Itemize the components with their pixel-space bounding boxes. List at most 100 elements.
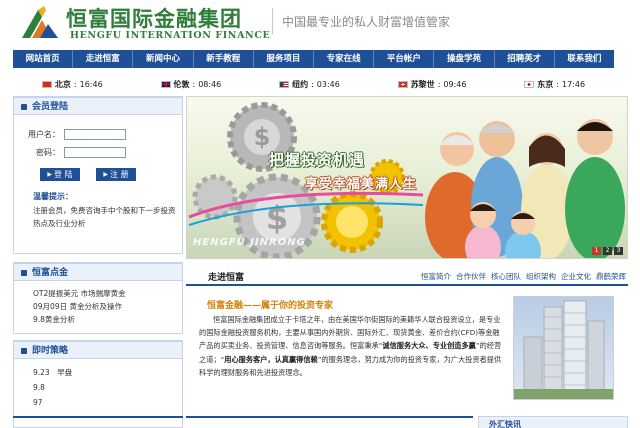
uk-flag-icon bbox=[160, 80, 171, 88]
logo-icon[interactable] bbox=[18, 4, 62, 40]
strategy-list: 9.23 早盘 9.8 97 bbox=[14, 359, 182, 410]
header-divider bbox=[272, 8, 273, 34]
slogan: 中国最专业的私人财富增值管家 bbox=[282, 15, 451, 29]
bottom-mid-bar bbox=[186, 416, 473, 428]
login-button[interactable]: ▶ 登 陆 bbox=[40, 168, 80, 181]
hero-banner[interactable]: $ $ 把握投资机遇 享受幸福美满人生 HENGFU JINRONG 1 2 3 bbox=[186, 96, 628, 259]
password-input[interactable] bbox=[64, 147, 126, 158]
building-illustration bbox=[514, 300, 613, 399]
strategy-title: 即时策略 bbox=[14, 341, 182, 359]
nav-item-careers[interactable]: 招聘英才 bbox=[495, 50, 555, 68]
clock-separator: : bbox=[437, 79, 441, 89]
clock-city: 纽约 bbox=[292, 79, 309, 89]
clock-time: 03:46 bbox=[316, 79, 340, 89]
list-item[interactable]: 09月09日 黄金分析及操作 bbox=[33, 300, 182, 313]
family-photo bbox=[425, 119, 625, 258]
gold-title: 恒富点金 bbox=[14, 263, 182, 281]
register-button[interactable]: ▶ 注 册 bbox=[96, 168, 136, 181]
banner-dot-3[interactable]: 3 bbox=[614, 247, 623, 255]
list-item[interactable]: 9.23 早盘 bbox=[33, 365, 182, 380]
about-tabs: 恒富简介 合作伙伴 核心团队 组织架构 企业文化 鼎鹤荣辉 bbox=[421, 271, 626, 282]
clock-separator: : bbox=[73, 79, 77, 89]
svg-text:$: $ bbox=[266, 199, 288, 237]
usa-flag-icon bbox=[279, 80, 290, 88]
nav-item-services[interactable]: 服务项目 bbox=[254, 50, 315, 68]
japan-flag-icon bbox=[524, 80, 535, 88]
about-body: 恒富国际金融集团成立于卡塔之年，由在美国华尔街国际的美籍华人联合投资设立，是专业… bbox=[199, 313, 505, 379]
brand-name-english: HENGFU INTERNATION FINANCE bbox=[70, 30, 271, 41]
arrow-right-icon: ▶ bbox=[47, 171, 53, 178]
about-body-bold-2: 用心服务客户，认真赢得信赖 bbox=[224, 354, 318, 364]
clock-zurich: 苏黎世 : 09:46 bbox=[397, 79, 467, 90]
clock-city: 北京 bbox=[54, 79, 71, 89]
username-label: 用户名： bbox=[28, 130, 60, 139]
svg-text:$: $ bbox=[254, 123, 271, 151]
world-clocks: 北京 : 16:46 伦敦 : 08:46 纽约 : 03:46 苏黎世 : 0… bbox=[13, 77, 614, 91]
forex-news-title: 外汇快讯 bbox=[489, 420, 521, 428]
clock-time: 08:46 bbox=[198, 79, 222, 89]
nav-item-accounts[interactable]: 平台帐户 bbox=[374, 50, 435, 68]
building-photo bbox=[513, 296, 614, 400]
tab-structure[interactable]: 组织架构 bbox=[526, 271, 556, 282]
about-title: 走进恒富 bbox=[208, 273, 245, 283]
clock-new-york: 纽约 : 03:46 bbox=[279, 79, 340, 90]
clock-separator: : bbox=[311, 79, 314, 89]
list-item[interactable]: 97 bbox=[33, 395, 182, 410]
nav-item-experts[interactable]: 专家在线 bbox=[314, 50, 375, 68]
tab-partners[interactable]: 合作伙伴 bbox=[456, 271, 486, 282]
brand-name: 恒富国际金融集团 bbox=[66, 6, 242, 31]
gold-panel: 恒富点金 OT2提振美元 市场揣摩黄金 09月09日 黄金分析及操作 9.8黄金… bbox=[13, 262, 183, 334]
bottom-left-bar bbox=[13, 416, 183, 428]
clock-city: 东京 bbox=[537, 79, 554, 89]
banner-dot-1[interactable]: 1 bbox=[592, 247, 601, 255]
site-header: 恒富国际金融集团 HENGFU INTERNATION FINANCE 中国最专… bbox=[0, 0, 640, 48]
login-button-label: 登 陆 bbox=[54, 170, 73, 179]
nav-item-contact[interactable]: 联系我们 bbox=[555, 50, 614, 68]
register-button-label: 注 册 bbox=[110, 170, 129, 179]
nav-item-news[interactable]: 新闻中心 bbox=[133, 50, 194, 68]
tab-culture[interactable]: 企业文化 bbox=[561, 271, 591, 282]
tip-title: 温馨提示： bbox=[33, 192, 73, 201]
arrow-right-icon: ▶ bbox=[103, 171, 109, 178]
about-body-bold-1: 诚信服务大众、专业创造多赢 bbox=[382, 341, 476, 351]
nav-item-academy[interactable]: 操盘学苑 bbox=[434, 50, 495, 68]
clock-tokyo: 东京 : 17:46 bbox=[524, 79, 585, 90]
nav-item-home[interactable]: 网站首页 bbox=[13, 50, 74, 68]
username-row: 用户名： bbox=[24, 129, 126, 140]
forex-news-panel: 外汇快讯 bbox=[478, 416, 628, 428]
login-panel: 会员登陆 用户名： 密码： ▶ 登 陆 ▶ 注 册 温馨提示： 注册会员，免费咨询手… bbox=[13, 96, 183, 254]
clock-separator: : bbox=[192, 79, 196, 89]
clock-time: 16:46 bbox=[79, 79, 103, 89]
banner-pager: 1 2 3 bbox=[592, 247, 623, 255]
strategy-panel: 即时策略 9.23 早盘 9.8 97 bbox=[13, 340, 183, 428]
china-flag-icon bbox=[41, 80, 52, 88]
left-sidebar: 会员登陆 用户名： 密码： ▶ 登 陆 ▶ 注 册 温馨提示： 注册会员，免费咨询手… bbox=[13, 96, 183, 428]
about-heading: 恒富金融——属于你的投资专家 bbox=[207, 301, 334, 311]
list-item[interactable]: 9.8黄金分析 bbox=[33, 313, 182, 326]
tab-honors[interactable]: 鼎鹤荣辉 bbox=[596, 271, 626, 282]
banner-subline: 享受幸福美满人生 bbox=[305, 177, 418, 192]
main-nav: 网站首页 走进恒富 新闻中心 新手教程 服务项目 专家在线 平台帐户 操盘学苑 … bbox=[13, 50, 614, 68]
banner-dot-2[interactable]: 2 bbox=[603, 247, 612, 255]
clock-beijing: 北京 : 16:46 bbox=[41, 79, 103, 90]
clock-time: 17:46 bbox=[561, 79, 586, 89]
nav-item-tutorial[interactable]: 新手教程 bbox=[194, 50, 254, 68]
gold-list: OT2提振美元 市场揣摩黄金 09月09日 黄金分析及操作 9.8黄金分析 bbox=[14, 281, 182, 326]
banner-headline: 把握投资机遇 bbox=[269, 151, 366, 169]
login-title: 会员登陆 bbox=[14, 97, 182, 115]
nav-item-about[interactable]: 走进恒富 bbox=[73, 50, 134, 68]
tab-team[interactable]: 核心团队 bbox=[491, 271, 521, 282]
list-item[interactable]: 9.8 bbox=[33, 380, 182, 395]
banner-watermark: HENGFU JINRONG bbox=[193, 237, 306, 248]
clock-city: 苏黎世 bbox=[410, 79, 435, 89]
list-item[interactable]: OT2提振美元 市场揣摩黄金 bbox=[33, 287, 182, 300]
username-input[interactable] bbox=[64, 129, 126, 140]
tip-text: 注册会员，免费咨询手中个股和下一步投资热点及行业分析 bbox=[33, 206, 176, 228]
tab-profile[interactable]: 恒富简介 bbox=[421, 271, 451, 282]
clock-city: 伦敦 bbox=[173, 79, 190, 89]
password-label: 密码： bbox=[36, 148, 60, 157]
clock-separator: : bbox=[556, 79, 559, 89]
password-row: 密码： bbox=[24, 147, 126, 158]
clock-time: 09:46 bbox=[443, 79, 467, 89]
switzerland-flag-icon bbox=[397, 80, 408, 88]
